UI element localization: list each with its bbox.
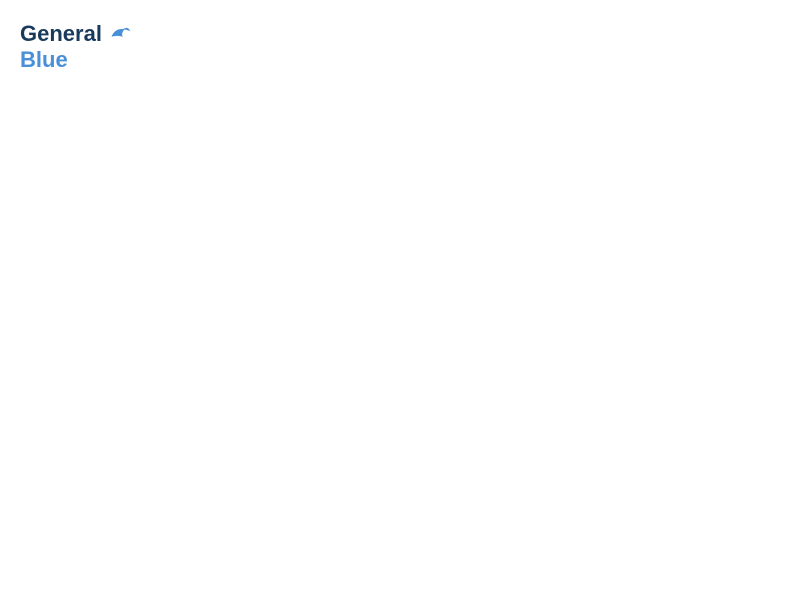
logo-text: General [20,22,102,46]
logo-text-blue: Blue [20,47,68,72]
logo-bird-icon [104,20,132,48]
page-header: General Blue [20,20,772,72]
logo: General Blue [20,20,132,72]
